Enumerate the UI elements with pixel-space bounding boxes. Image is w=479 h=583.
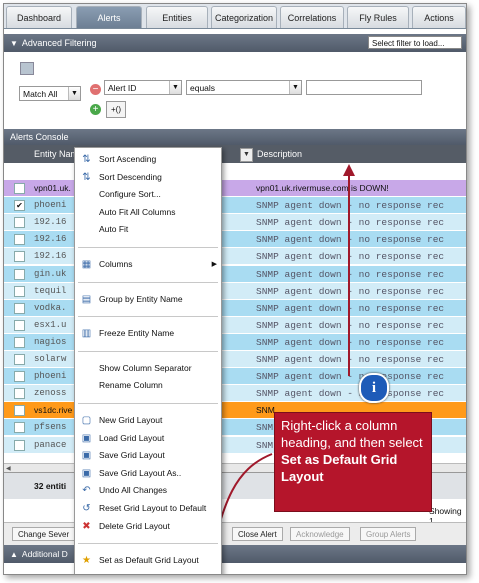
menu-separator [78,350,218,352]
menu-item-save-grid-layout-as[interactable]: ▣ Save Grid Layout As.. [75,465,221,482]
menu-item-label: Group by Entity Name [99,293,183,304]
menu-item-new-grid-layout[interactable]: ▢ New Grid Layout [75,412,221,429]
menu-item-save-grid-layout[interactable]: ▣ Save Grid Layout [75,447,221,464]
menu-item-auto-fit[interactable]: Auto Fit [75,221,221,238]
up-arrow-head [343,164,355,176]
menu-item-undo-all-changes[interactable]: ↶ Undo All Changes [75,482,221,499]
menu-item-show-column-separator[interactable]: Show Column Separator [75,360,221,377]
menu-item-label: Auto Fit All Columns [99,206,176,217]
menu-item-columns[interactable]: ▦ Columns ▶ [75,256,221,273]
menu-item-label: New Grid Layout [99,415,163,425]
menu-item-label: Set as Default Grid Layout [99,555,199,566]
menu-item-label: Save Grid Layout As.. [99,467,182,478]
load-layout-icon: ▣ [81,432,92,444]
menu-item-configure-sort[interactable]: Configure Sort... [75,186,221,203]
menu-item-reset-grid-layout-to-default[interactable]: ↺ Reset Grid Layout to Default [75,500,221,517]
menu-item-sort-descending[interactable]: ⇅ Sort Descending [75,169,221,186]
menu-item-label: Freeze Entity Name [99,328,175,339]
menu-item-label: Auto Fit [99,224,129,235]
menu-separator [78,316,218,318]
menu-item-sort-ascending[interactable]: ⇅ Sort Ascending [75,151,221,168]
menu-item-label: Undo All Changes [99,485,168,496]
submenu-arrow-icon: ▶ [211,261,217,268]
menu-item-group-by-entity-name[interactable]: ▤ Group by Entity Name [75,291,221,308]
delete-icon: ✖ [82,520,91,532]
column-context-menu: ⇅ Sort Ascending ⇅ Sort Descending Configure… [74,147,222,574]
menu-item-load-grid-layout[interactable]: ▣ Load Grid Layout [75,430,221,447]
reset-icon: ↺ [82,503,91,514]
menu-item-delete-grid-layout[interactable]: ✖ Delete Grid Layout [75,518,221,535]
group-icon: ▤ [81,293,92,305]
menu-item-label: Sort Ascending [99,154,157,164]
menu-item-label: Rename Column [99,380,163,391]
menu-item-freeze-entity-name[interactable]: ▥ Freeze Entity Name [75,325,221,342]
menu-separator [78,543,218,545]
freeze-icon: ▥ [81,328,92,340]
menu-item-label: Show Column Separator [99,362,192,373]
menu-item-label: Delete Grid Layout [99,520,170,531]
menu-item-label: Reset Grid Layout to Default [99,503,207,513]
menu-item-label: Columns [99,259,133,269]
menu-separator [78,403,218,404]
menu-item-label: Configure Sort... [99,189,161,200]
menu-item-label: Sort Descending [99,171,162,182]
menu-item-rename-column[interactable]: Rename Column [75,377,221,394]
columns-icon: ▦ [81,259,92,270]
menu-separator [78,247,218,248]
sort-descending-icon: ⇅ [82,171,91,183]
star-icon: ★ [82,555,91,567]
save-as-layout-icon: ▣ [81,467,92,479]
menu-item-set-as-default-grid-layout[interactable]: ★ Set as Default Grid Layout [75,552,221,569]
sort-ascending-icon: ⇅ [82,154,91,165]
menu-item-label: Save Grid Layout [99,450,165,461]
new-layout-icon: ▢ [81,415,92,426]
app-window: Dashboard Alerts Entities Categorization… [3,3,467,575]
save-layout-icon: ▣ [81,450,92,462]
menu-separator [78,281,218,283]
undo-icon: ↶ [82,485,91,497]
menu-item-label: Load Grid Layout [99,432,165,443]
menu-item-auto-fit-all-columns[interactable]: Auto Fit All Columns [75,204,221,221]
